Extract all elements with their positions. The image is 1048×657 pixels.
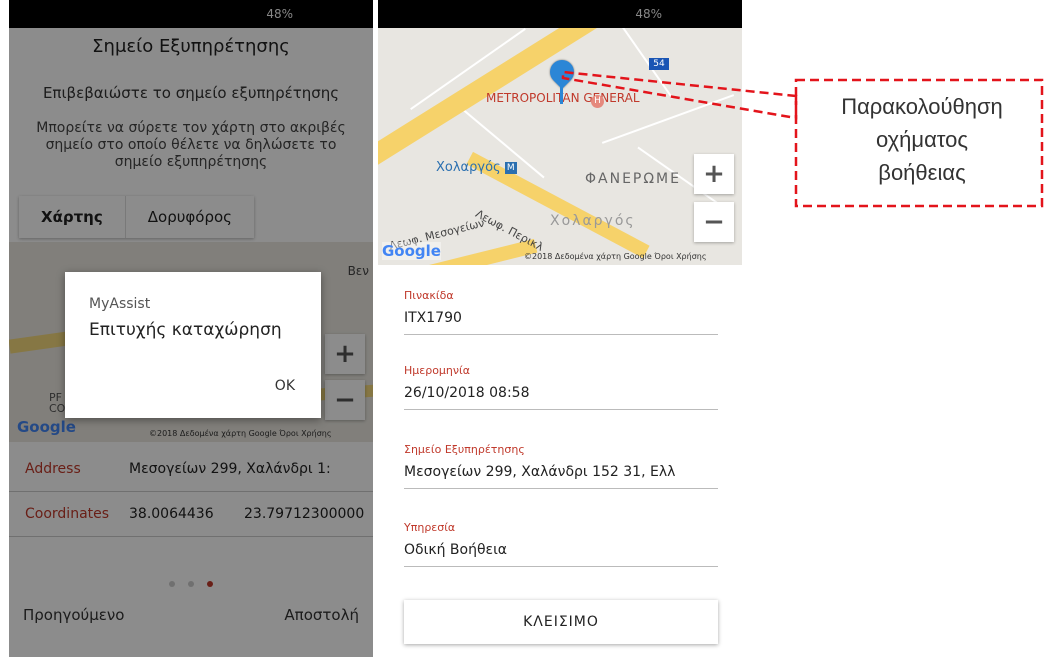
zoom-in-button[interactable]: + (694, 154, 734, 194)
service-point-field: Σημείο Εξυπηρέτησης Μεσογείων 299, Χαλάν… (404, 443, 718, 489)
google-logo: Google (382, 242, 441, 260)
metro-station-name: Χολαργός (436, 160, 501, 175)
zoom-out-button[interactable]: − (694, 202, 734, 242)
status-bar: 48% (378, 0, 742, 28)
hospital-icon: H (591, 95, 604, 108)
route-badge: 54 (649, 58, 669, 70)
close-button[interactable]: ΚΛΕΙΣΙΜΟ (404, 600, 718, 644)
hospital-label: METROPOLITAN GENERAL (486, 91, 640, 105)
dialog-title: MyAssist (89, 296, 151, 312)
battery-indicator: 48% (635, 7, 662, 21)
callout-label: Παρακολούθηση οχήματος βοήθειας (800, 90, 1044, 189)
callout-line: βοήθειας (878, 160, 966, 185)
dialog-ok-button[interactable]: OK (275, 378, 295, 394)
metro-station-label: Χολαργός M (436, 160, 517, 175)
date-field: Ημερομηνία 26/10/2018 08:58 (404, 364, 718, 410)
battery-indicator: 48% (266, 7, 293, 21)
date-label: Ημερομηνία (404, 364, 471, 377)
service-point-value: Μεσογείων 299, Χαλάνδρι 152 31, Ελλ (404, 464, 676, 480)
metro-icon: M (504, 161, 517, 174)
service-type-field: Υπηρεσία Οδική Βοήθεια (404, 521, 718, 567)
tracking-map[interactable]: 54 METROPOLITAN GENERAL H Χολαργός M ΦΑΝ… (378, 28, 742, 265)
plate-label: Πινακίδα (404, 289, 454, 302)
right-phone-screen: 48% 54 METROPOLITAN GENERAL H Χολαργός M… (378, 0, 742, 657)
dialog-message: Επιτυχής καταχώρηση (89, 320, 282, 340)
map-attribution[interactable]: ©2018 Δεδομένα χάρτη Google Όροι Χρήσης (524, 252, 707, 261)
plate-value: ITX1790 (404, 310, 462, 326)
service-point-label: Σημείο Εξυπηρέτησης (404, 443, 525, 456)
plate-field: Πινακίδα ITX1790 (404, 289, 718, 335)
callout-line: Παρακολούθηση (841, 94, 1003, 119)
service-type-value: Οδική Βοήθεια (404, 542, 508, 558)
area-label-faneromeni: ΦΑΝΕΡΩΜΕ (585, 171, 681, 187)
callout-line: οχήματος (875, 127, 969, 152)
left-phone-screen: 48% Σημείο Εξυπηρέτησης Επιβεβαιώστε το … (9, 0, 373, 657)
map-road-main (378, 28, 742, 187)
area-label-xolargos: Χολαργός (550, 213, 636, 229)
date-value: 26/10/2018 08:58 (404, 385, 530, 401)
service-type-label: Υπηρεσία (404, 521, 456, 534)
status-bar: 48% (9, 0, 373, 28)
success-dialog: MyAssist Επιτυχής καταχώρηση OK (65, 272, 321, 418)
pin-stem (560, 84, 563, 104)
